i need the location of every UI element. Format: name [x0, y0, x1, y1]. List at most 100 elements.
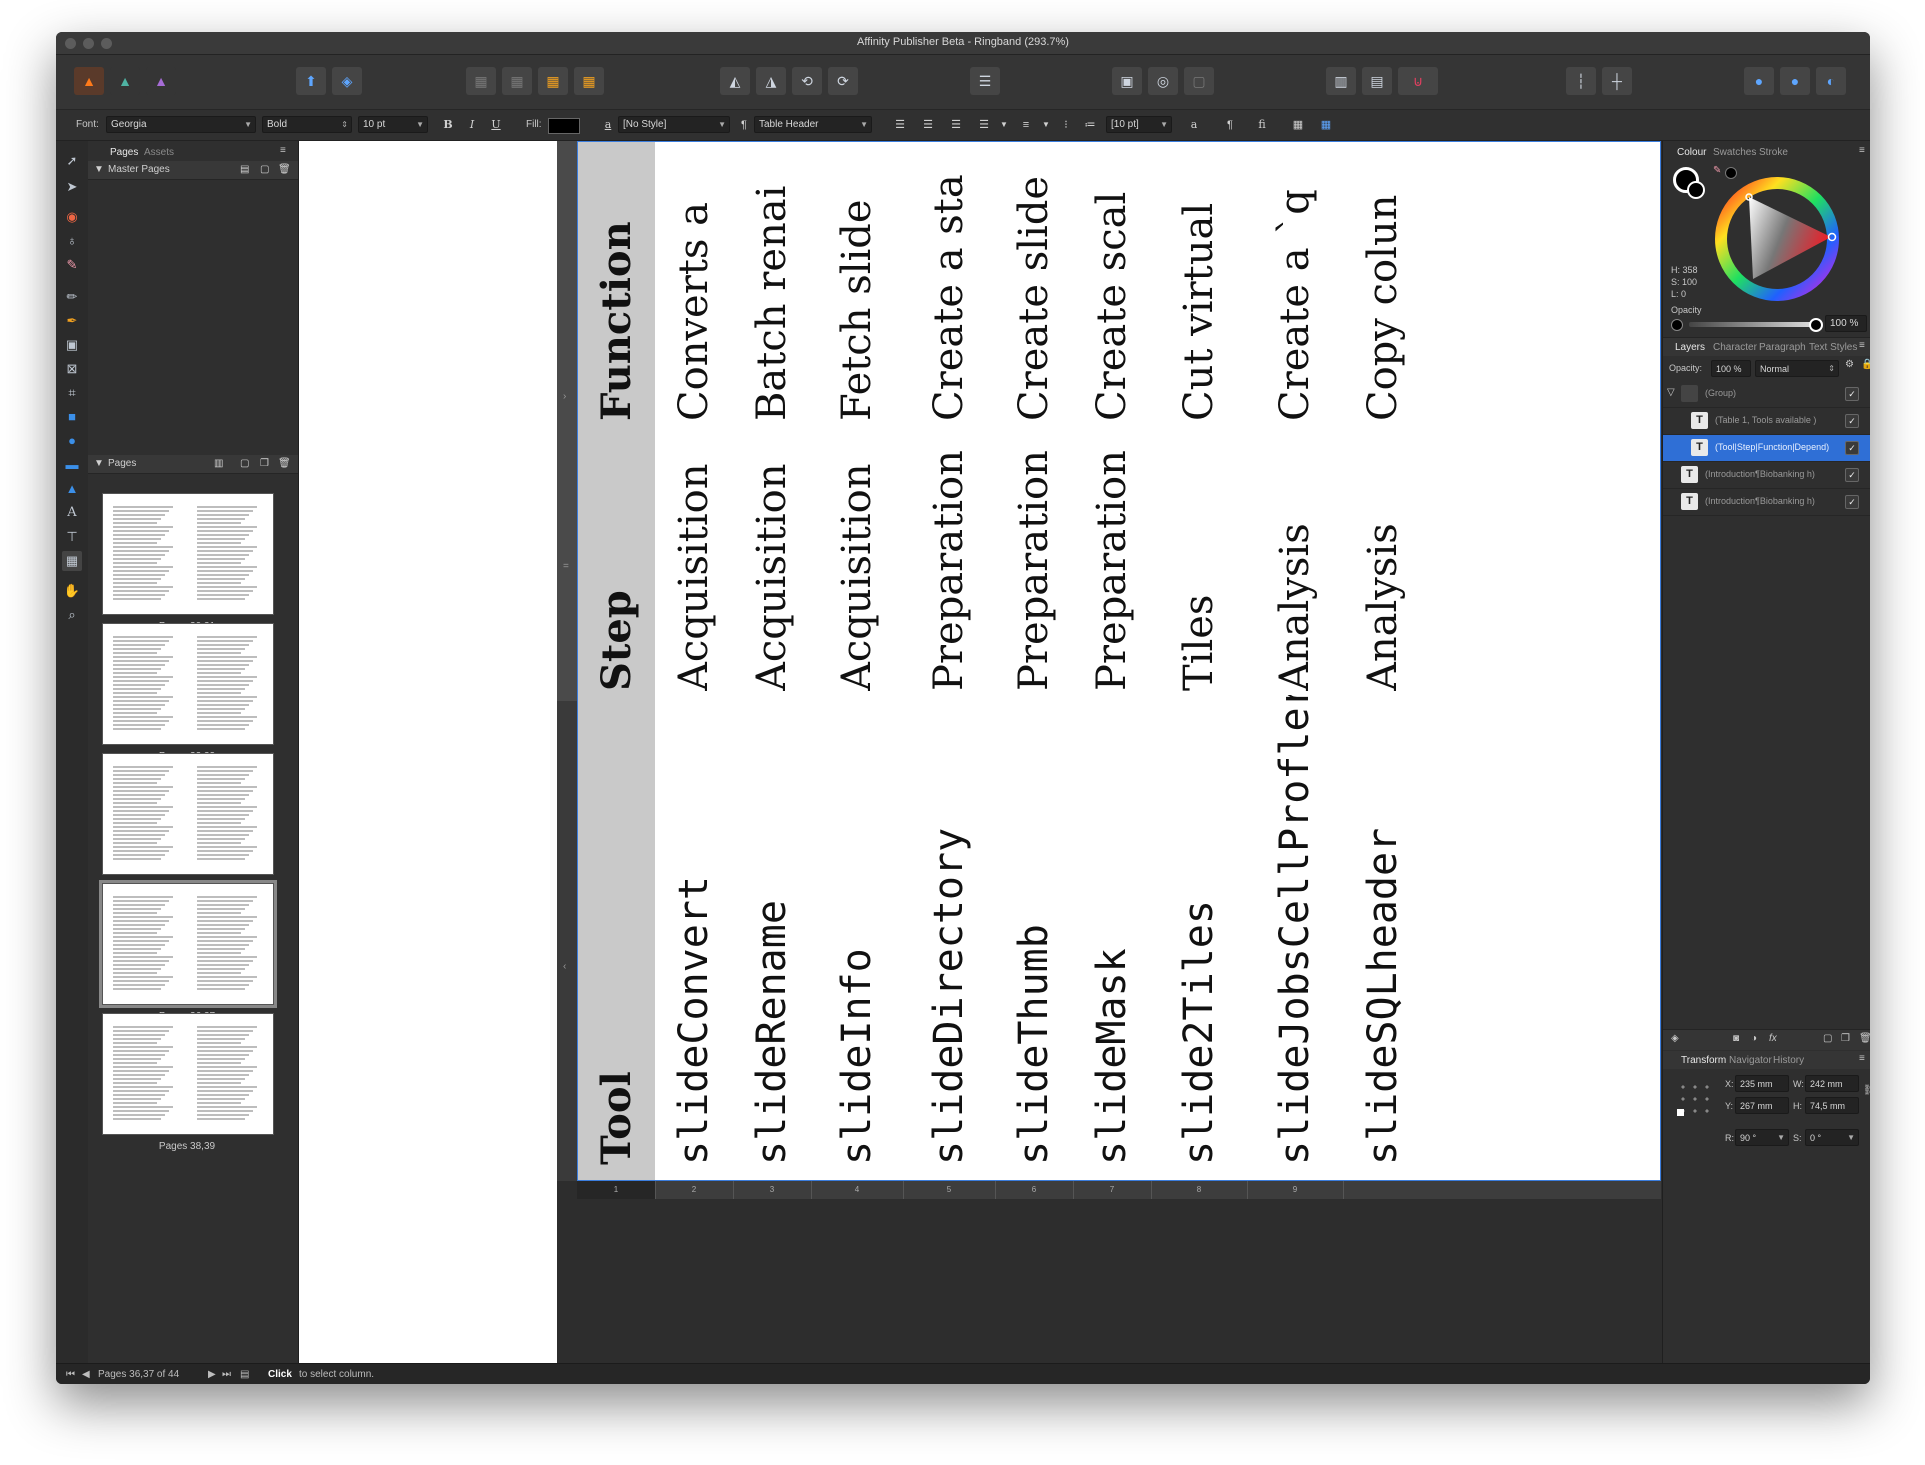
share-icon[interactable]: ⬆	[296, 67, 326, 95]
blend-mode-select[interactable]: Normal ⇕	[1755, 360, 1839, 377]
master-page-options-icon[interactable]: ▤	[240, 164, 249, 175]
ligature-button[interactable]: fi	[1254, 117, 1270, 133]
opacity-slider[interactable]	[1689, 322, 1813, 327]
page-thumbnail[interactable]	[102, 1013, 274, 1135]
numbered-list-icon[interactable]: ≔	[1082, 117, 1098, 133]
table-column-number[interactable]: 8	[1151, 1181, 1248, 1199]
w-field[interactable]: 242 mm	[1805, 1075, 1859, 1092]
layers-stack-icon[interactable]: ◈	[1671, 1033, 1679, 1044]
tab-assets[interactable]: Assets	[144, 147, 174, 158]
color-picker-icon[interactable]: ✎	[62, 255, 82, 275]
layer-opacity-field[interactable]: 100 %	[1711, 360, 1751, 377]
text-wrap-icon[interactable]: ◎	[1148, 67, 1178, 95]
layer-visibility-checkbox[interactable]: ✓	[1845, 495, 1859, 509]
rectangle-tool-icon[interactable]: ■	[62, 407, 82, 427]
font-size-field[interactable]: 10 pt ▼	[358, 116, 428, 133]
layer-row[interactable]: T (Introduction¶Biobanking h) ✓	[1663, 462, 1870, 489]
add-master-page-icon[interactable]: ▢	[260, 164, 269, 175]
character-style-select[interactable]: [No Style] ▼	[618, 116, 730, 133]
master-pages-header[interactable]: ▼ Master Pages ▤ ▢ 🗑	[88, 161, 298, 180]
pen-tool-icon[interactable]: ✒	[62, 311, 82, 331]
adjustment-icon[interactable]: ◑	[1751, 1033, 1757, 1044]
stroke-colour-swatch[interactable]	[1687, 181, 1705, 199]
zoom-tool-icon[interactable]: ⌕	[62, 605, 82, 625]
vertical-scroll-thumb[interactable]	[557, 141, 577, 701]
align-left-icon[interactable]: ☰	[892, 117, 908, 133]
panel-menu-icon[interactable]: ≡	[1859, 145, 1865, 156]
tab-character[interactable]: Character	[1713, 342, 1757, 353]
tab-stroke[interactable]: Stroke	[1759, 147, 1788, 158]
table-column-number[interactable]: 2	[655, 1181, 734, 1199]
paragraph-style-select[interactable]: Table Header ▼	[754, 116, 872, 133]
layer-row[interactable]: T (Introduction¶Biobanking h) ✓	[1663, 489, 1870, 516]
designer-persona-icon[interactable]: ▲	[146, 67, 176, 95]
chevron-left-icon[interactable]: ‹	[563, 961, 566, 972]
frame-text-icon[interactable]: ▣	[1112, 67, 1142, 95]
rounded-rectangle-tool-icon[interactable]: ▬	[62, 455, 82, 475]
columns-guide-icon[interactable]: ▥	[1326, 67, 1356, 95]
snapping-magnet-icon[interactable]: ⊍	[1398, 67, 1438, 95]
panel-menu-icon[interactable]: ≡	[1859, 340, 1865, 351]
layer-row[interactable]: T (Table 1, Tools available ) ✓	[1663, 408, 1870, 435]
node-tool-icon[interactable]: ➤	[62, 177, 82, 197]
layer-visibility-checkbox[interactable]: ✓	[1845, 468, 1859, 482]
tab-navigator[interactable]: Navigator	[1729, 1055, 1772, 1066]
fill-swatch[interactable]	[548, 118, 580, 134]
h-field[interactable]: 74,5 mm	[1805, 1097, 1859, 1114]
opacity-field[interactable]: 100 %	[1825, 315, 1867, 332]
layer-visibility-checkbox[interactable]: ✓	[1845, 414, 1859, 428]
spread-options-icon[interactable]: ▥	[214, 458, 223, 469]
add-page-icon[interactable]: ▢	[240, 458, 249, 469]
layer-settings-icon[interactable]: ⚙	[1845, 359, 1854, 370]
table-column-number[interactable]: 7	[1073, 1181, 1152, 1199]
grid-icon[interactable]: ┼	[1602, 67, 1632, 95]
panel-menu-icon[interactable]: ≡	[1859, 1053, 1865, 1064]
layer-visibility-checkbox[interactable]: ✓	[1845, 387, 1859, 401]
photo-persona-icon[interactable]: ▲	[110, 67, 140, 95]
justify-icon[interactable]: ☰	[976, 117, 992, 133]
table-grid-icon[interactable]: ▦	[1318, 117, 1334, 133]
delete-master-page-icon[interactable]: 🗑	[278, 164, 291, 175]
tab-paragraph[interactable]: Paragraph	[1759, 342, 1806, 353]
artistic-text-tool-icon[interactable]: A	[62, 503, 82, 523]
shear-field[interactable]: 0 ° ▼	[1805, 1129, 1859, 1146]
link-proportions-icon[interactable]: ⛓	[1863, 1085, 1870, 1096]
lock-icon[interactable]: 🔒	[1861, 359, 1870, 370]
flip-vertical-icon[interactable]: ◮	[756, 67, 786, 95]
rotate-right-icon[interactable]: ⟳	[828, 67, 858, 95]
arrange-forward-icon[interactable]: ▦	[538, 67, 568, 95]
flip-horizontal-icon[interactable]: ◭	[720, 67, 750, 95]
y-field[interactable]: 267 mm	[1735, 1097, 1789, 1114]
panel-menu-icon[interactable]: ≡	[280, 145, 286, 156]
underline-button[interactable]: U	[488, 117, 504, 133]
show-special-characters-button[interactable]: ¶	[1222, 117, 1238, 133]
first-page-button[interactable]: ⏮	[66, 1369, 75, 1380]
tab-swatches[interactable]: Swatches	[1713, 147, 1756, 158]
previous-page-button[interactable]: ◀	[82, 1369, 90, 1380]
arrange-back-icon[interactable]: ▦	[466, 67, 496, 95]
arrange-backward-icon[interactable]: ▦	[502, 67, 532, 95]
chevron-down-icon[interactable]: ▼	[996, 117, 1012, 133]
align-icon[interactable]: ☰	[970, 67, 1000, 95]
hand-tool-icon[interactable]: ✋	[62, 581, 82, 601]
table-column-number[interactable]: 1	[577, 1181, 656, 1199]
pages-header[interactable]: ▼ Pages ▥ ▢ ❐ 🗑	[88, 455, 298, 474]
ellipse-tool-icon[interactable]: ●	[62, 431, 82, 451]
picture-frame-cross-icon[interactable]: ⊠	[62, 359, 82, 379]
table-column-number[interactable]: 3	[733, 1181, 812, 1199]
picture-frame-icon[interactable]: ▣	[62, 335, 82, 355]
baseline-grid-icon[interactable]: ▤	[1362, 67, 1392, 95]
table-column-strip[interactable]: 123456789	[577, 1181, 1661, 1199]
transparency-tool-icon[interactable]: ♁	[62, 231, 82, 251]
chevron-down-icon[interactable]: ▼	[1038, 117, 1054, 133]
clip-icon[interactable]: ▢	[1184, 67, 1214, 95]
tab-layers[interactable]: Layers	[1675, 342, 1705, 353]
page-thumbnail[interactable]	[102, 493, 274, 615]
italic-button[interactable]: I	[464, 117, 480, 133]
table-column-number[interactable]: 9	[1247, 1181, 1344, 1199]
page-thumbnail[interactable]	[102, 623, 274, 745]
table-tool-icon[interactable]: ▦	[62, 551, 82, 571]
table-format-icon[interactable]: ▦	[1290, 117, 1306, 133]
document-canvas[interactable]: › = ‹ Tool Step Function slideConvert Acquis…	[299, 141, 1661, 1363]
layer-row[interactable]: ▽ (Group) ✓	[1663, 381, 1870, 408]
